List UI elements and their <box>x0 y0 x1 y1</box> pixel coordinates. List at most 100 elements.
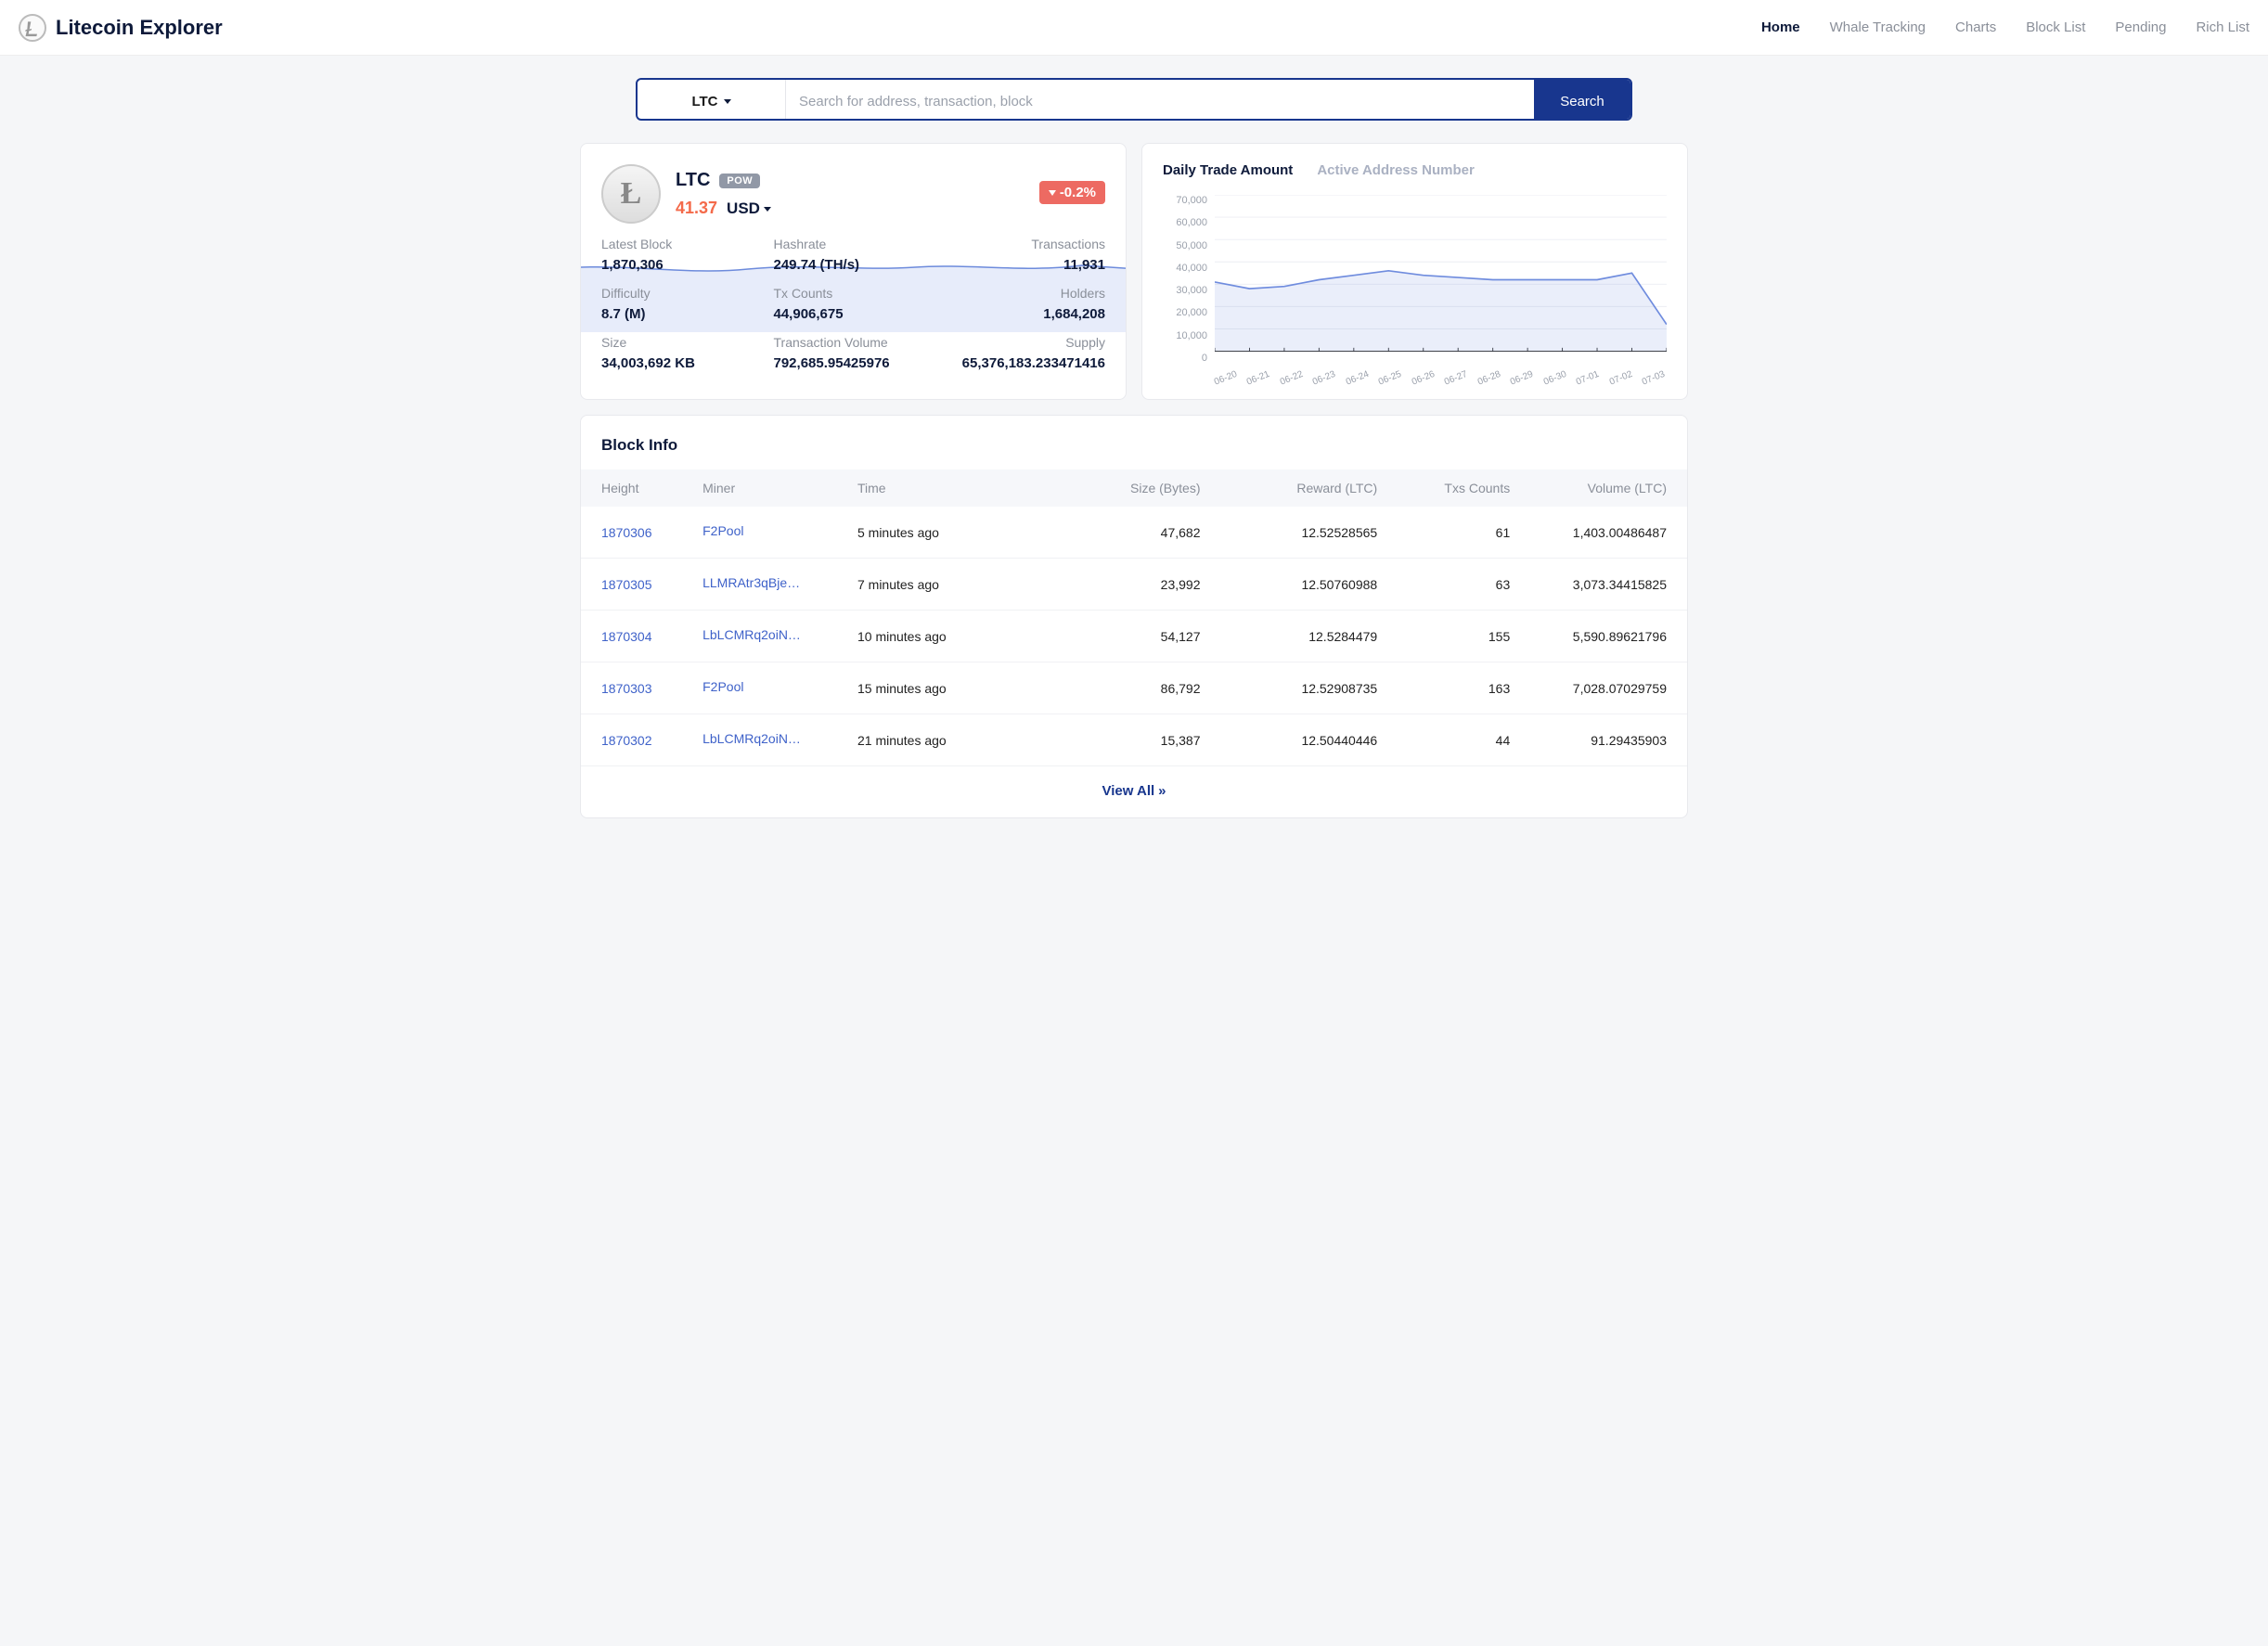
block-height-link[interactable]: 1870302 <box>601 733 652 748</box>
logo[interactable]: Litecoin Explorer <box>19 14 223 42</box>
col-header-volume: Volume (LTC) <box>1510 469 1687 507</box>
price-change-badge: -0.2% <box>1039 181 1105 204</box>
trade-chart-card: Daily Trade Amount Active Address Number… <box>1141 143 1688 400</box>
block-txs: 61 <box>1377 507 1510 559</box>
block-info-title: Block Info <box>581 436 1687 469</box>
miner-link[interactable]: LbLCMRq2oiN… <box>702 627 801 642</box>
block-time: 10 minutes ago <box>857 611 1046 662</box>
coin-symbol: LTC <box>676 170 710 191</box>
block-time: 5 minutes ago <box>857 507 1046 559</box>
search-button[interactable]: Search <box>1534 80 1630 121</box>
search-bar: LTC Search <box>636 78 1632 121</box>
block-txs: 63 <box>1377 559 1510 611</box>
block-txs: 155 <box>1377 611 1510 662</box>
block-height-link[interactable]: 1870303 <box>601 681 652 696</box>
block-txs: 44 <box>1377 714 1510 766</box>
coin-selector[interactable]: LTC <box>638 80 786 121</box>
search-section: LTC Search <box>580 56 1688 143</box>
col-header-txs: Txs Counts <box>1377 469 1510 507</box>
pow-badge: POW <box>719 174 760 188</box>
stat-transactions: Transactions11,931 <box>962 237 1105 273</box>
stats-grid: Latest Block1,870,306 Hashrate249.74 (TH… <box>601 237 1105 371</box>
col-header-reward: Reward (LTC) <box>1200 469 1377 507</box>
nav-block-list[interactable]: Block List <box>2026 19 2085 35</box>
block-volume: 7,028.07029759 <box>1510 662 1687 714</box>
col-header-size: Size (Bytes) <box>1046 469 1201 507</box>
miner-link[interactable]: F2Pool <box>702 523 743 538</box>
chevron-down-icon <box>724 99 731 104</box>
block-reward: 12.52908735 <box>1200 662 1377 714</box>
coin-icon: Ł <box>601 164 661 224</box>
block-size: 54,127 <box>1046 611 1201 662</box>
nav-home[interactable]: Home <box>1761 19 1800 35</box>
block-height-link[interactable]: 1870304 <box>601 629 652 644</box>
block-time: 15 minutes ago <box>857 662 1046 714</box>
block-volume: 91.29435903 <box>1510 714 1687 766</box>
table-row: 1870305 LLMRAtr3qBje… 7 minutes ago23,9921… <box>581 559 1687 611</box>
chart-svg <box>1215 195 1667 352</box>
nav-pending[interactable]: Pending <box>2115 19 2166 35</box>
block-size: 15,387 <box>1046 714 1201 766</box>
litecoin-logo-icon <box>19 14 46 42</box>
block-height-link[interactable]: 1870306 <box>601 525 652 540</box>
block-info-card: Block Info Height Miner Time Size (Bytes… <box>580 415 1688 818</box>
col-header-height: Height <box>581 469 702 507</box>
stat-tx-counts: Tx Counts44,906,675 <box>774 286 962 322</box>
coin-selector-label: LTC <box>691 94 717 109</box>
block-reward: 12.5284479 <box>1200 611 1377 662</box>
search-input[interactable] <box>786 80 1534 121</box>
stat-holders: Holders1,684,208 <box>962 286 1105 322</box>
stat-hashrate: Hashrate249.74 (TH/s) <box>774 237 962 273</box>
chart-y-axis: 70,000 60,000 50,000 40,000 30,000 20,00… <box>1163 195 1211 364</box>
block-volume: 5,590.89621796 <box>1510 611 1687 662</box>
block-txs: 163 <box>1377 662 1510 714</box>
nav-charts[interactable]: Charts <box>1955 19 1996 35</box>
miner-link[interactable]: LLMRAtr3qBje… <box>702 575 800 590</box>
block-volume: 3,073.34415825 <box>1510 559 1687 611</box>
block-reward: 12.52528565 <box>1200 507 1377 559</box>
block-size: 23,992 <box>1046 559 1201 611</box>
miner-link[interactable]: LbLCMRq2oiN… <box>702 731 801 746</box>
table-header-row: Height Miner Time Size (Bytes) Reward (L… <box>581 469 1687 507</box>
stat-tx-volume: Transaction Volume792,685.95425976 <box>774 335 962 371</box>
block-size: 47,682 <box>1046 507 1201 559</box>
nav-whale-tracking[interactable]: Whale Tracking <box>1830 19 1926 35</box>
coin-stats-card: Ł LTC POW 41.37 USD <box>580 143 1127 400</box>
block-height-link[interactable]: 1870305 <box>601 577 652 592</box>
view-all-label: View All <box>1102 783 1154 799</box>
tab-active-address[interactable]: Active Address Number <box>1317 162 1475 178</box>
block-time: 21 minutes ago <box>857 714 1046 766</box>
block-reward: 12.50760988 <box>1200 559 1377 611</box>
currency-selector[interactable]: USD <box>727 199 771 218</box>
stat-latest-block: Latest Block1,870,306 <box>601 237 774 273</box>
view-all-link[interactable]: View All » <box>1102 783 1166 799</box>
block-table: Height Miner Time Size (Bytes) Reward (L… <box>581 469 1687 766</box>
block-volume: 1,403.00486487 <box>1510 507 1687 559</box>
tab-daily-trade[interactable]: Daily Trade Amount <box>1163 162 1293 178</box>
stat-supply: Supply65,376,183.233471416 <box>962 335 1105 371</box>
chevron-down-icon <box>764 207 771 212</box>
arrow-down-icon <box>1049 190 1056 196</box>
chart-tabs: Daily Trade Amount Active Address Number <box>1163 162 1667 178</box>
table-row: 1870304LbLCMRq2oiN…10 minutes ago54,1271… <box>581 611 1687 662</box>
table-row: 1870302 LbLCMRq2oiN… 21 minutes ago15,3871… <box>581 714 1687 766</box>
table-row: 1870303 F2Pool 15 minutes ago86,79212.5290… <box>581 662 1687 714</box>
chart-area: 70,000 60,000 50,000 40,000 30,000 20,00… <box>1163 195 1667 380</box>
col-header-miner: Miner <box>702 469 857 507</box>
coin-price: 41.37 <box>676 199 717 218</box>
miner-link[interactable]: F2Pool <box>702 679 743 694</box>
block-reward: 12.50440446 <box>1200 714 1377 766</box>
price-change-value: -0.2% <box>1060 185 1096 200</box>
block-time: 7 minutes ago <box>857 559 1046 611</box>
site-title: Litecoin Explorer <box>56 16 223 40</box>
table-row: 1870306 F2Pool 5 minutes ago47,68212.52528… <box>581 507 1687 559</box>
chevron-right-icon: » <box>1158 783 1166 799</box>
stat-difficulty: Difficulty8.7 (M) <box>601 286 774 322</box>
currency-label: USD <box>727 199 760 218</box>
block-size: 86,792 <box>1046 662 1201 714</box>
header: Litecoin Explorer Home Whale Tracking Ch… <box>0 0 2268 56</box>
chart-x-axis: 06-2006-2106-2206-2306-2406-2506-2606-27… <box>1215 378 1667 388</box>
col-header-time: Time <box>857 469 1046 507</box>
nav-rich-list[interactable]: Rich List <box>2196 19 2249 35</box>
main-nav: Home Whale Tracking Charts Block List Pe… <box>1761 19 2249 35</box>
